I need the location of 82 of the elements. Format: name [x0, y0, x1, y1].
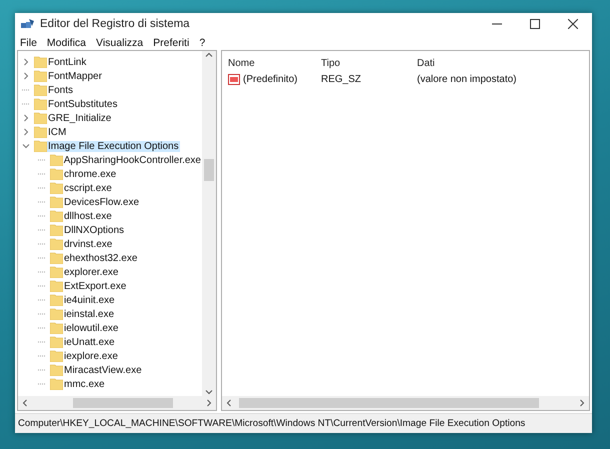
folder-icon [34, 140, 47, 152]
chevron-right-icon[interactable] [578, 399, 586, 407]
tree-item[interactable]: drvinst.exe [63, 238, 114, 250]
tree-item[interactable]: ielowutil.exe [63, 322, 120, 334]
vertical-scrollbar[interactable] [202, 51, 216, 396]
chevron-right-icon[interactable] [22, 58, 30, 66]
folder-icon [34, 126, 47, 138]
tree-item[interactable]: FontLink [47, 56, 88, 68]
folder-icon [34, 56, 47, 68]
scrollbar-thumb[interactable] [204, 159, 214, 181]
tree-item[interactable]: chrome.exe [63, 168, 118, 180]
window-title: Editor del Registro di sistema [40, 18, 191, 30]
folder-icon [50, 266, 63, 278]
menu-item[interactable]: File [20, 36, 37, 48]
folder-icon [50, 350, 63, 362]
tree-item[interactable]: ExtExport.exe [63, 280, 128, 292]
tree-item[interactable]: ie4uinit.exe [63, 294, 116, 306]
tree-item[interactable]: ehexthost32.exe [63, 252, 138, 264]
chevron-down-icon[interactable] [22, 142, 30, 150]
close-icon[interactable] [568, 19, 578, 29]
chevron-right-icon[interactable] [22, 72, 30, 80]
tree-item[interactable]: iexplore.exe [63, 350, 119, 362]
tree-item[interactable]: GRE_Initialize [47, 112, 112, 124]
tree-item[interactable]: Image File Execution Options [47, 140, 180, 152]
folder-icon [50, 224, 63, 236]
column-header[interactable]: Dati [417, 58, 583, 68]
tree-item[interactable]: MiracastView.exe [63, 364, 143, 376]
menu-item[interactable]: Preferiti [153, 36, 190, 48]
tree-item[interactable]: ieUnatt.exe [63, 336, 116, 348]
folder-icon [50, 336, 63, 348]
scrollbar-thumb[interactable] [239, 398, 539, 408]
folder-icon [50, 196, 63, 208]
tree-item[interactable]: mmc.exe [63, 378, 106, 390]
menu-item[interactable]: ? [199, 36, 206, 48]
column-header[interactable]: Tipo [321, 58, 417, 68]
registry-path: Computer\HKEY_LOCAL_MACHINE\SOFTWARE\Microsoft\Windows NT\CurrentVersion\Image File Execution Options [18, 418, 526, 429]
folder-icon [50, 322, 63, 334]
tree-item[interactable]: DllNXOptions [63, 224, 126, 236]
value-data-cell-text: (valore non impostato) [417, 74, 518, 84]
folder-icon [50, 280, 63, 292]
folder-icon [50, 378, 63, 390]
chevron-right-icon[interactable] [205, 399, 213, 407]
column-header[interactable]: Nome [228, 58, 321, 68]
value-type-cell-text: REG_SZ [321, 74, 362, 84]
folder-icon [50, 168, 63, 180]
chevron-right-icon[interactable] [22, 128, 30, 136]
folder-icon [50, 182, 63, 194]
tree-item[interactable]: Fonts [47, 84, 74, 96]
maximize-icon[interactable] [530, 19, 540, 29]
folder-icon [50, 252, 63, 264]
chevron-left-icon[interactable] [225, 399, 233, 407]
menu-item[interactable]: Visualizza [96, 36, 144, 48]
tree-item[interactable]: explorer.exe [63, 266, 120, 278]
tree-item[interactable]: dllhost.exe [63, 210, 113, 222]
folder-icon [50, 210, 63, 222]
chevron-up-icon[interactable] [205, 51, 213, 59]
string-value-icon [228, 74, 240, 84]
scrollbar-thumb[interactable] [73, 398, 173, 408]
chevron-left-icon[interactable] [21, 399, 29, 407]
tree-item[interactable]: ICM [47, 126, 68, 138]
tree-item[interactable]: AppSharingHookController.exe [62, 154, 202, 166]
folder-icon [34, 84, 47, 96]
tree-item[interactable]: cscript.exe [63, 182, 113, 194]
horizontal-scrollbar[interactable] [222, 396, 589, 410]
folder-icon [50, 154, 63, 166]
chevron-down-icon[interactable] [205, 388, 213, 396]
tree-item[interactable]: FontMapper [47, 70, 103, 82]
tree-item[interactable]: FontSubstitutes [47, 98, 118, 110]
folder-icon [50, 238, 63, 250]
folder-icon [50, 294, 63, 306]
folder-icon [34, 70, 47, 82]
app-icon [21, 18, 35, 30]
tree-item[interactable]: DevicesFlow.exe [63, 196, 140, 208]
folder-icon [34, 98, 47, 110]
folder-icon [34, 112, 47, 124]
folder-icon [50, 308, 63, 320]
tree-item[interactable]: ieinstal.exe [63, 308, 116, 320]
folder-icon [50, 364, 63, 376]
value-name-cell: (Predefinito) [228, 74, 321, 84]
menu-item[interactable]: Modifica [46, 36, 86, 48]
horizontal-scrollbar[interactable] [18, 396, 216, 410]
chevron-right-icon[interactable] [22, 114, 30, 122]
